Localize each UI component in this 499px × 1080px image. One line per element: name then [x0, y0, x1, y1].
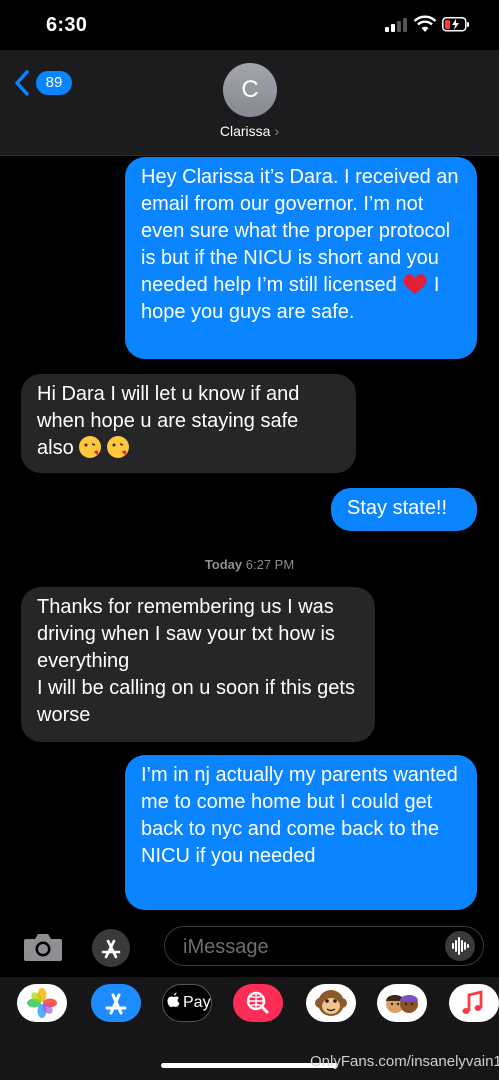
message-text: Stay state!! — [347, 497, 448, 519]
contact-avatar[interactable]: C — [223, 63, 277, 117]
music-icon — [462, 990, 483, 1014]
contact-name: Clarissa — [219, 123, 271, 139]
memoji-app-button[interactable] — [377, 984, 427, 1022]
message-text: Hi Dara I will let u know if and when ho… — [37, 383, 305, 459]
face-blowing-kiss-emoji-icon — [79, 436, 102, 458]
wifi-icon — [413, 15, 437, 32]
message-bubble-outgoing[interactable]: Hey Clarissa it’s Dara. I received an em… — [125, 157, 477, 359]
message-input-field[interactable] — [164, 926, 484, 967]
memoji-icon — [386, 995, 418, 1013]
animoji-app-button[interactable] — [306, 984, 356, 1022]
photos-app-button[interactable] — [17, 984, 67, 1022]
message-text: Thanks for remembering us I was driving … — [37, 596, 355, 726]
imessage-input[interactable] — [181, 927, 435, 967]
message-bubble-outgoing[interactable]: I’m in nj actually my parents wanted me … — [125, 755, 477, 910]
watermark: OnlyFans.com/insanelyvain1 — [310, 1053, 499, 1070]
voice-message-button[interactable] — [445, 931, 475, 961]
web-search-app-button[interactable] — [233, 984, 283, 1022]
timestamp-day: Today — [204, 557, 243, 572]
app-store-button[interactable] — [92, 929, 130, 967]
conversation-header: 89 C Clarissa › — [0, 50, 499, 156]
cellular-signal-icon — [385, 18, 407, 32]
app-store-app-button[interactable] — [91, 984, 141, 1022]
app-store-icon — [105, 993, 127, 1015]
message-text: I’m in nj actually my parents wanted me … — [141, 764, 464, 867]
face-blowing-kiss-emoji-icon — [106, 436, 129, 458]
apple-pay-app-button[interactable]: Pay — [162, 984, 212, 1022]
timestamp-time: 6:27 PM — [245, 557, 295, 572]
contact-name-button[interactable]: Clarissa › — [0, 123, 499, 139]
waveform-icon — [452, 937, 469, 955]
apple-pay-label: Pay — [183, 994, 211, 1011]
web-search-icon — [246, 991, 269, 1014]
monkey-animoji-icon — [315, 990, 347, 1016]
chevron-right-icon: › — [274, 123, 280, 139]
back-button[interactable]: 89 — [14, 68, 74, 102]
status-bar: 6:30 — [0, 0, 499, 50]
battery-charging-icon — [442, 17, 469, 32]
message-bubble-incoming[interactable]: Hi Dara I will let u know if and when ho… — [21, 374, 356, 473]
camera-icon[interactable] — [22, 931, 64, 963]
music-app-button[interactable] — [449, 984, 499, 1022]
unread-count-badge: 89 — [36, 71, 72, 95]
compose-bar — [0, 915, 499, 977]
app-store-icon — [101, 939, 121, 959]
status-time: 6:30 — [46, 14, 88, 36]
message-bubble-incoming[interactable]: Thanks for remembering us I was driving … — [21, 587, 375, 742]
chevron-left-icon — [15, 70, 29, 96]
photos-icon — [27, 988, 57, 1018]
message-bubble-outgoing[interactable]: Stay state!! — [331, 488, 477, 531]
red-heart-emoji-icon — [403, 274, 427, 294]
message-timestamp: Today 6:27 PM — [0, 557, 499, 572]
